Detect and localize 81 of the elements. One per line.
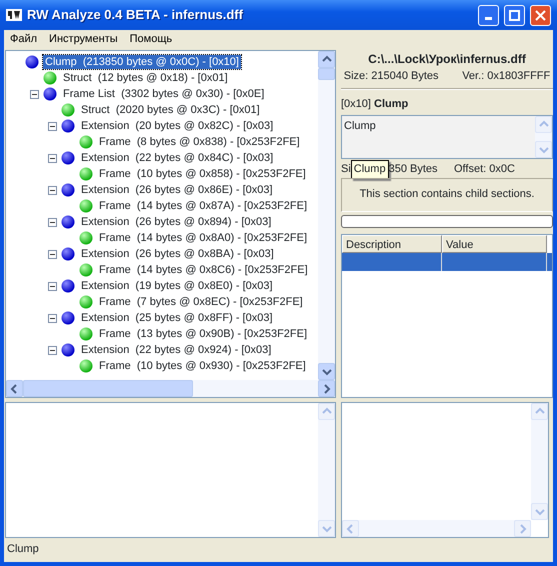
menu-item[interactable]: Помощь bbox=[124, 30, 178, 48]
tree-item[interactable]: Frame (14 bytes @ 0x87A) - [0x253F2FE] bbox=[97, 199, 310, 213]
scroll-thumb[interactable] bbox=[318, 68, 335, 80]
text-area[interactable]: Clump bbox=[341, 114, 553, 159]
section-name: Clump bbox=[344, 120, 376, 132]
maximize-button[interactable] bbox=[504, 4, 525, 26]
collapse-toggle[interactable] bbox=[48, 186, 57, 194]
data-sphere-icon bbox=[79, 327, 93, 341]
tree-item[interactable]: Frame (10 bytes @ 0x930) - [0x253F2FE] bbox=[97, 359, 308, 373]
info-text: This section contains child sections. bbox=[360, 187, 534, 202]
tree-item[interactable]: Struct (2020 bytes @ 0x3C) - [0x01] bbox=[79, 103, 262, 117]
tree-item[interactable]: Extension (20 bytes @ 0x82C) - [0x03] bbox=[79, 119, 276, 133]
app-icon bbox=[6, 8, 22, 22]
data-sphere-icon bbox=[79, 199, 93, 213]
column-header[interactable]: Value bbox=[442, 234, 547, 252]
tree-item[interactable]: Extension (25 bytes @ 0x8FF) - [0x03] bbox=[79, 311, 275, 325]
collapse-toggle[interactable] bbox=[48, 346, 57, 354]
data-sphere-icon bbox=[79, 167, 93, 181]
data-sphere-icon bbox=[61, 103, 75, 117]
tree-item[interactable]: Frame (10 bytes @ 0x858) - [0x253F2FE] bbox=[97, 167, 308, 181]
container-sphere-icon bbox=[61, 247, 75, 261]
minimize-icon bbox=[485, 16, 492, 20]
scroll-up-button[interactable] bbox=[535, 116, 552, 133]
container-sphere-icon bbox=[61, 151, 75, 165]
section-offset: Offset: 0x0C bbox=[454, 162, 515, 178]
tree-item[interactable]: Frame List (3302 bytes @ 0x30) - [0x0E] bbox=[61, 87, 266, 101]
collapse-toggle[interactable] bbox=[30, 90, 39, 98]
collapse-toggle[interactable] bbox=[48, 282, 57, 290]
menu-item[interactable]: Инструменты bbox=[43, 30, 124, 48]
scroll-left-button[interactable] bbox=[6, 380, 23, 397]
window-title: RW Analyze 0.4 BETA - infernus.dff bbox=[27, 6, 244, 24]
file-version: Ver.: 0x1803FFFF bbox=[462, 69, 550, 84]
file-size: Size: 215040 Bytes bbox=[344, 69, 439, 84]
container-sphere-icon bbox=[61, 119, 75, 133]
tree-item[interactable]: Frame (7 bytes @ 0x8EC) - [0x253F2FE] bbox=[97, 295, 305, 309]
collapse-toggle[interactable] bbox=[48, 250, 57, 258]
tree-item[interactable]: Extension (26 bytes @ 0x86E) - [0x03] bbox=[79, 183, 275, 197]
container-sphere-icon bbox=[25, 55, 39, 69]
scroll-thumb[interactable] bbox=[23, 380, 193, 397]
tree-item[interactable]: Frame (13 bytes @ 0x90B) - [0x253F2FE] bbox=[97, 327, 310, 341]
container-sphere-icon bbox=[61, 279, 75, 293]
tree-item[interactable]: Extension (19 bytes @ 0x8E0) - [0x03] bbox=[79, 279, 275, 293]
file-path: C:\...\Lock\Урок\infernus.dff bbox=[367, 51, 527, 68]
data-sphere-icon bbox=[43, 71, 57, 85]
tree-item[interactable]: Extension (26 bytes @ 0x8BA) - [0x03] bbox=[79, 247, 276, 261]
tree-item[interactable]: Clump (213850 bytes @ 0x0C) - [0x10] bbox=[43, 55, 241, 69]
collapse-toggle[interactable] bbox=[48, 314, 57, 322]
column-header[interactable]: Description bbox=[342, 234, 442, 252]
tree-item[interactable]: Extension (22 bytes @ 0x924) - [0x03] bbox=[79, 343, 274, 357]
scroll-right-button[interactable] bbox=[318, 380, 335, 397]
data-sphere-icon bbox=[79, 135, 93, 149]
tree-item[interactable]: Frame (14 bytes @ 0x8C6) - [0x253F2FE] bbox=[97, 263, 310, 277]
scroll-up-button[interactable] bbox=[318, 51, 335, 68]
container-sphere-icon bbox=[61, 343, 75, 357]
collapse-toggle[interactable] bbox=[48, 218, 57, 226]
data-sphere-icon bbox=[79, 231, 93, 245]
section-size: 350 Bytes bbox=[388, 162, 438, 178]
data-sphere-icon bbox=[79, 295, 93, 309]
container-sphere-icon bbox=[61, 215, 75, 229]
container-sphere-icon bbox=[43, 87, 57, 101]
tree-item[interactable]: Extension (26 bytes @ 0x894) - [0x03] bbox=[79, 215, 274, 229]
menu-item[interactable]: Файл bbox=[4, 30, 44, 48]
tree-item[interactable]: Struct (12 bytes @ 0x18) - [0x01] bbox=[61, 71, 230, 85]
section-heading: [0x10] Clump bbox=[341, 96, 410, 112]
container-sphere-icon bbox=[61, 183, 75, 197]
container-sphere-icon bbox=[61, 311, 75, 325]
section-size: Si bbox=[341, 162, 351, 178]
collapse-toggle[interactable] bbox=[48, 154, 57, 162]
minimize-button[interactable] bbox=[478, 4, 499, 26]
maximize-icon bbox=[509, 10, 520, 20]
tree-item[interactable]: Extension (22 bytes @ 0x84C) - [0x03] bbox=[79, 151, 276, 165]
collapse-toggle[interactable] bbox=[48, 122, 57, 130]
scroll-down-button[interactable] bbox=[318, 363, 335, 380]
data-sphere-icon bbox=[79, 263, 93, 277]
close-button[interactable] bbox=[530, 4, 551, 26]
tooltip: Clump bbox=[350, 160, 389, 179]
status-text: Clump bbox=[7, 542, 39, 557]
tree-item[interactable]: Frame (14 bytes @ 0x8A0) - [0x253F2FE] bbox=[97, 231, 310, 245]
tree-item[interactable]: Frame (8 bytes @ 0x838) - [0x253F2FE] bbox=[97, 135, 302, 149]
data-sphere-icon bbox=[79, 359, 93, 373]
close-icon bbox=[535, 10, 546, 20]
